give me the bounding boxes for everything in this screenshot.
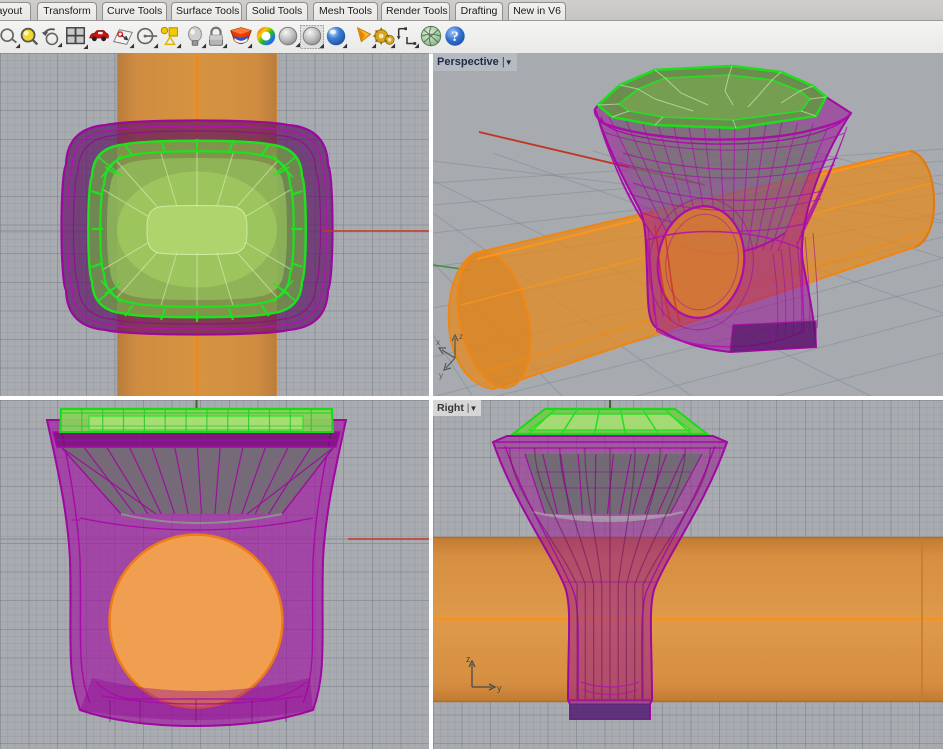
svg-text:?: ? <box>451 29 458 45</box>
svg-text:z: z <box>459 332 463 341</box>
svg-text:z: z <box>466 654 471 664</box>
svg-text:y: y <box>439 371 443 380</box>
svg-text:y: y <box>497 683 502 693</box>
svg-text:x: x <box>436 338 440 347</box>
